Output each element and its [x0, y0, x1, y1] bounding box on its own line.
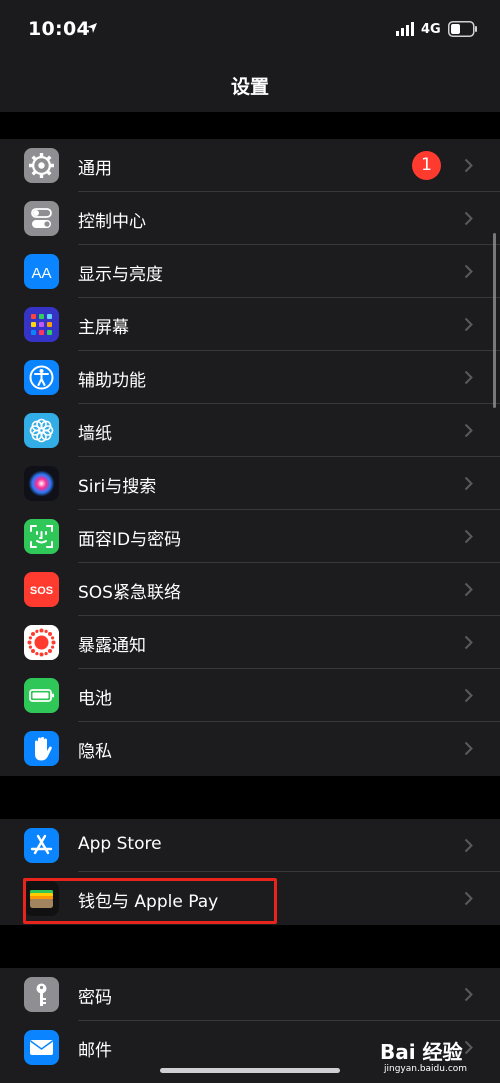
- settings-row-sos[interactable]: SOS SOS紧急联络: [0, 563, 500, 616]
- chevron-right-icon: [464, 158, 473, 173]
- settings-row-passwords[interactable]: 密码: [0, 968, 500, 1021]
- settings-row-control-center[interactable]: 控制中心: [0, 192, 500, 245]
- app-grid-icon: [24, 307, 59, 342]
- chevron-right-icon: [464, 582, 473, 597]
- settings-group-1: 通用 1 控制中心 AA 显示与亮度 主屏幕 辅助功能 墙纸 Siri与搜索 面…: [0, 139, 500, 776]
- scrollbar[interactable]: [493, 233, 496, 408]
- face-id-icon: [24, 519, 59, 554]
- chevron-right-icon: [464, 891, 473, 906]
- home-indicator[interactable]: [160, 1068, 340, 1073]
- settings-row-privacy[interactable]: 隐私: [0, 722, 500, 775]
- settings-row-label: 主屏幕: [78, 318, 129, 338]
- chevron-right-icon: [464, 741, 473, 756]
- chevron-right-icon: [464, 688, 473, 703]
- settings-row-wallpaper[interactable]: 墙纸: [0, 404, 500, 457]
- settings-row-app-store[interactable]: App Store: [0, 819, 500, 872]
- siri-icon: [24, 466, 59, 501]
- settings-row-label: 控制中心: [78, 212, 146, 232]
- exposure-icon: [24, 625, 59, 660]
- page-title: 设置: [230, 76, 269, 98]
- settings-row-label: 通用: [78, 159, 112, 179]
- chevron-right-icon: [464, 529, 473, 544]
- settings-row-label: SOS紧急联络: [78, 583, 181, 603]
- key-icon: [24, 977, 59, 1012]
- settings-row-siri[interactable]: Siri与搜索: [0, 457, 500, 510]
- settings-row-label: 面容ID与密码: [78, 530, 182, 550]
- settings-row-label: 电池: [78, 689, 112, 709]
- status-time: 10:04: [28, 18, 90, 40]
- flower-icon: [24, 413, 59, 448]
- settings-row-general[interactable]: 通用 1: [0, 139, 500, 192]
- watermark-text: Bai 经验: [380, 1040, 463, 1064]
- envelope-icon: [24, 1030, 59, 1065]
- settings-row-home-screen[interactable]: 主屏幕: [0, 298, 500, 351]
- gear-icon: [24, 148, 59, 183]
- settings-row-label: 暴露通知: [78, 636, 146, 656]
- network-type: 4G: [421, 22, 441, 37]
- highlight-box: [23, 878, 277, 924]
- settings-row-label: 墙纸: [78, 424, 112, 444]
- accessibility-icon: [24, 360, 59, 395]
- sos-icon: SOS: [24, 572, 59, 607]
- battery-status-icon: [448, 21, 477, 37]
- notification-badge: 1: [412, 151, 441, 180]
- hand-icon: [24, 731, 59, 766]
- settings-row-label: 密码: [78, 988, 112, 1008]
- app-store-icon: [24, 828, 59, 863]
- baidu-watermark: Bai 经验 jingyan.baidu.com: [380, 1030, 495, 1080]
- status-bar: 10:04 4G: [0, 0, 500, 60]
- settings-row-exposure[interactable]: 暴露通知: [0, 616, 500, 669]
- settings-row-accessibility[interactable]: 辅助功能: [0, 351, 500, 404]
- chevron-right-icon: [464, 264, 473, 279]
- settings-row-label: 辅助功能: [78, 371, 146, 391]
- text-size-glyph: AA: [31, 265, 51, 282]
- settings-row-label: 邮件: [78, 1041, 112, 1061]
- battery-icon: [24, 678, 59, 713]
- watermark-subtext: jingyan.baidu.com: [384, 1064, 468, 1074]
- chevron-right-icon: [464, 317, 473, 332]
- chevron-right-icon: [464, 987, 473, 1002]
- chevron-right-icon: [464, 476, 473, 491]
- settings-row-face-id[interactable]: 面容ID与密码: [0, 510, 500, 563]
- settings-row-battery[interactable]: 电池: [0, 669, 500, 722]
- sos-glyph: SOS: [30, 585, 53, 597]
- signal-icon: [396, 22, 414, 36]
- settings-row-display[interactable]: AA 显示与亮度: [0, 245, 500, 298]
- chevron-right-icon: [464, 635, 473, 650]
- settings-row-label: App Store: [78, 834, 162, 854]
- settings-row-label: 显示与亮度: [78, 265, 163, 285]
- chevron-right-icon: [464, 423, 473, 438]
- text-size-icon: AA: [24, 254, 59, 289]
- settings-row-label: 隐私: [78, 742, 112, 762]
- chevron-right-icon: [464, 838, 473, 853]
- settings-row-label: Siri与搜索: [78, 477, 157, 497]
- navigation-bar: 设置: [0, 60, 500, 112]
- location-arrow-icon: [87, 23, 97, 33]
- toggle-icon: [24, 201, 59, 236]
- chevron-right-icon: [464, 211, 473, 226]
- chevron-right-icon: [464, 370, 473, 385]
